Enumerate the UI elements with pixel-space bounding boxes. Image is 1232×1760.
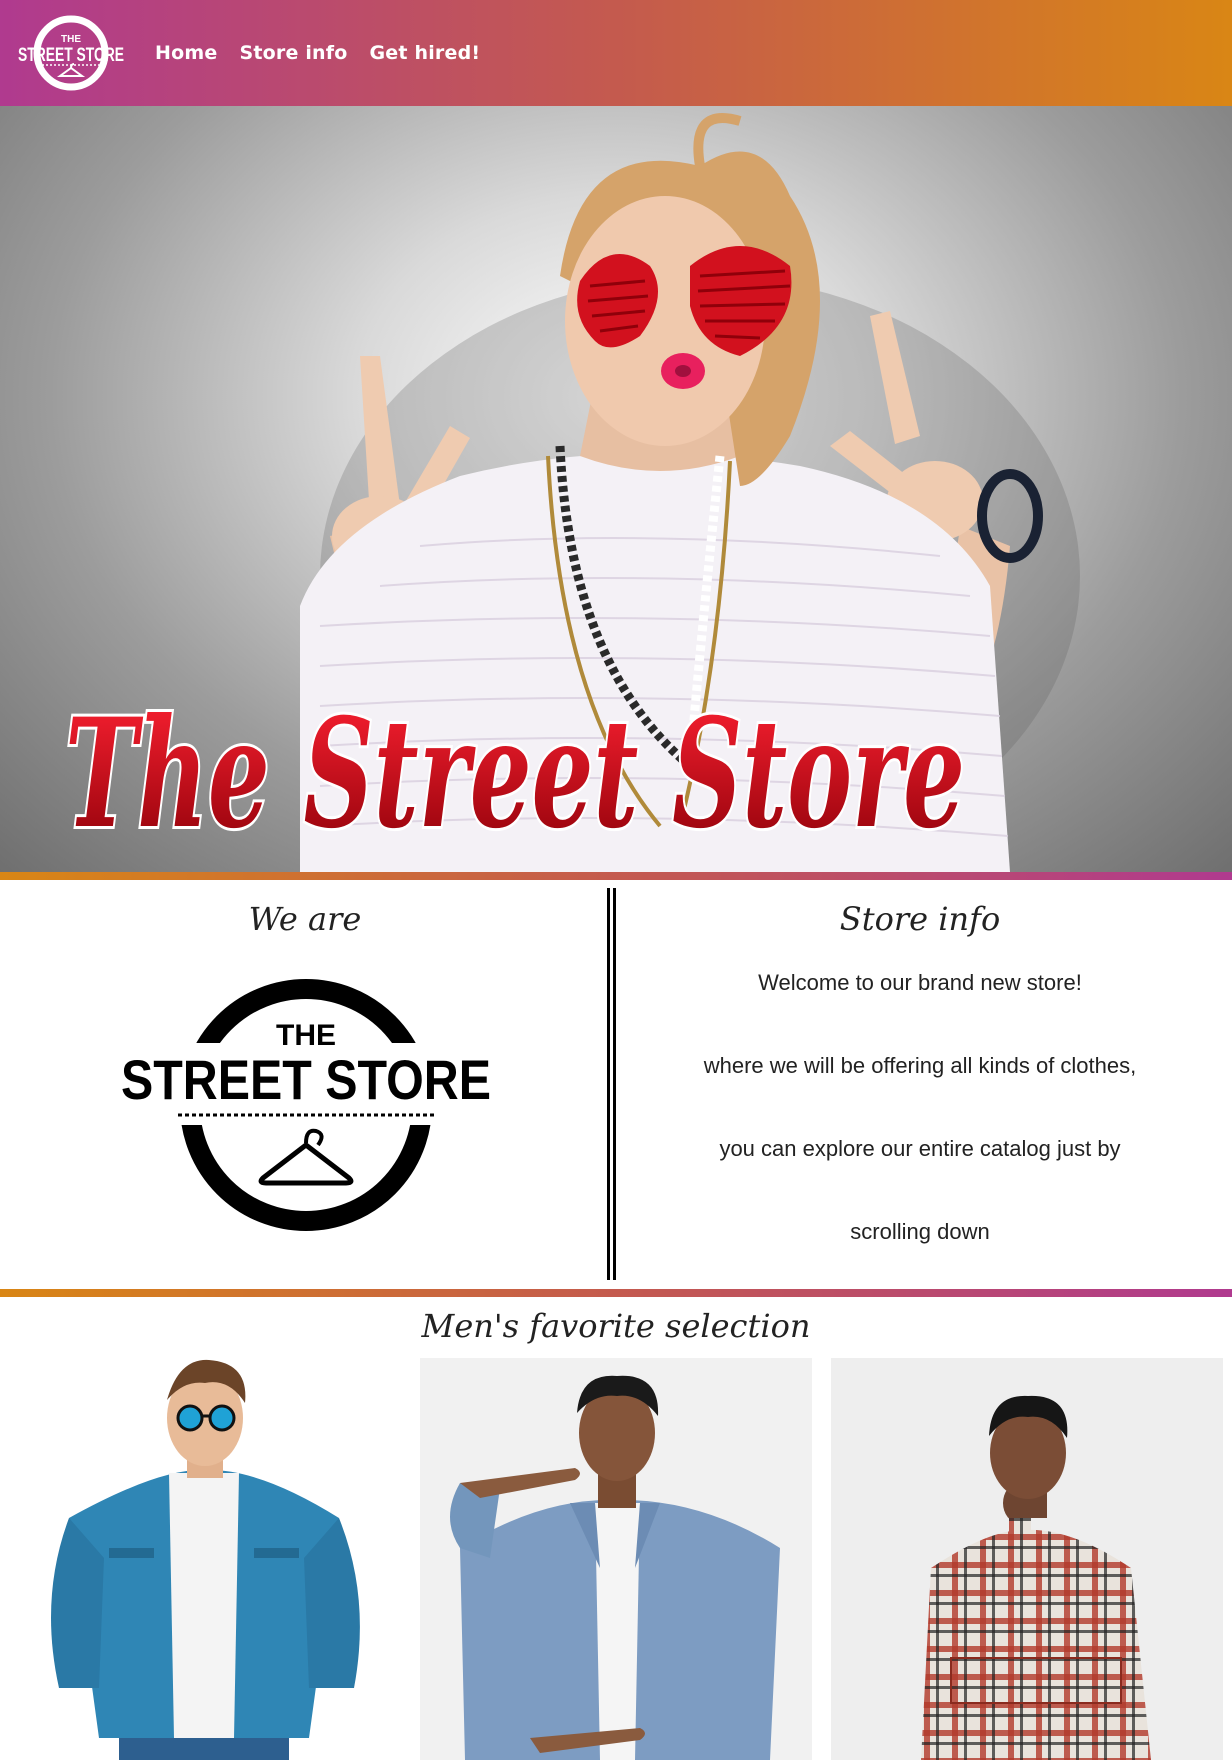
store-info-column: Store info Welcome to our brand new stor… bbox=[620, 880, 1232, 1289]
section-divider bbox=[0, 872, 1232, 880]
product-card-denim-jacket[interactable] bbox=[420, 1358, 812, 1760]
hanger-icon bbox=[258, 1128, 354, 1186]
store-logo-large: THE STREET STORE bbox=[118, 979, 494, 1231]
store-info-line: Welcome to our brand new store! bbox=[758, 970, 1082, 995]
store-info-line: you can explore our entire catalog just … bbox=[719, 1136, 1121, 1161]
mens-selection-heading: Men's favorite selection bbox=[421, 1307, 811, 1345]
info-section: We are THE STREET STORE Store info Welco… bbox=[0, 880, 1232, 1289]
logo-small-the: THE bbox=[61, 34, 81, 45]
hero-title: The Street Store bbox=[62, 706, 968, 865]
mens-products-grid bbox=[9, 1358, 1223, 1760]
about-heading: We are bbox=[248, 900, 362, 938]
store-info-heading: Store info bbox=[839, 900, 1001, 938]
product-photo bbox=[450, 1375, 780, 1760]
section-divider bbox=[0, 1289, 1232, 1297]
nav-get-hired[interactable]: Get hired! bbox=[370, 42, 481, 64]
nav-home[interactable]: Home bbox=[155, 42, 217, 64]
column-separator bbox=[607, 888, 616, 1280]
product-card-plaid-shirt[interactable] bbox=[831, 1358, 1223, 1760]
store-info-line: where we will be offering all kinds of c… bbox=[703, 1053, 1137, 1078]
nav-store-info[interactable]: Store info bbox=[239, 42, 347, 64]
store-logo-link[interactable]: THE STREET STORE bbox=[12, 0, 130, 106]
hero-title-text: The Street Store bbox=[65, 706, 965, 862]
hero-banner: The Street Store bbox=[0, 106, 1232, 872]
product-card-denim-shirt[interactable] bbox=[9, 1358, 401, 1760]
logo-small-name: STREET STORE bbox=[18, 45, 124, 66]
logo-large-name: STREET STORE bbox=[121, 1048, 491, 1111]
product-photo bbox=[51, 1359, 360, 1760]
top-navigation-bar: THE STREET STORE Home Store info Get hir… bbox=[0, 0, 1232, 106]
store-logo-icon: THE STREET STORE bbox=[18, 15, 124, 91]
product-photo bbox=[921, 1395, 1151, 1760]
about-column: We are THE STREET STORE bbox=[0, 880, 610, 1289]
main-nav: Home Store info Get hired! bbox=[155, 42, 480, 64]
store-info-text: Welcome to our brand new store! where we… bbox=[620, 970, 1220, 1302]
